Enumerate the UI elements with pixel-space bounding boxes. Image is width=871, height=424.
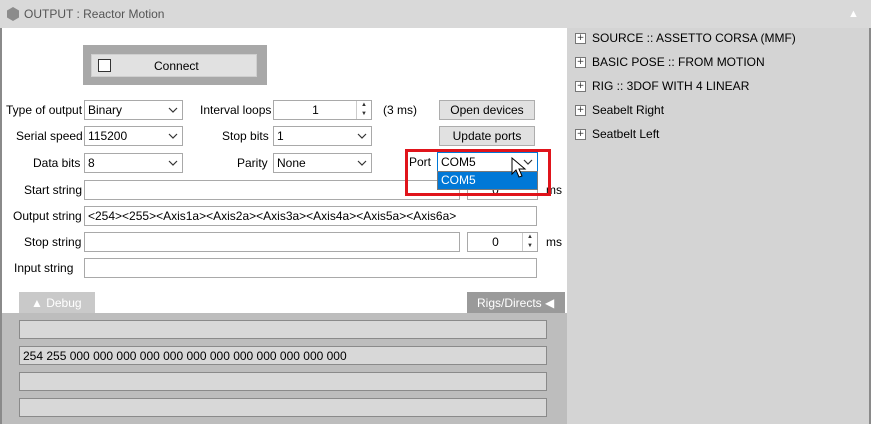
spin-buttons[interactable]: ▲ ▼ — [356, 101, 371, 119]
window-title: OUTPUT : Reactor Motion — [24, 7, 165, 21]
tree-item-rig[interactable]: + RIG :: 3DOF WITH 4 LINEAR — [575, 78, 749, 94]
tree-item-label: Seabelt Right — [592, 103, 665, 117]
spin-up-icon[interactable]: ▲ — [523, 233, 537, 242]
stepper-value: 1 — [312, 103, 319, 117]
select-value: Binary — [88, 103, 123, 117]
spin-buttons[interactable]: ▲ ▼ — [522, 233, 537, 251]
tree-item-label: RIG :: 3DOF WITH 4 LINEAR — [592, 79, 750, 93]
chevron-down-icon — [168, 107, 178, 113]
collapse-icon[interactable]: ▲ — [848, 8, 859, 20]
stop-delay-stepper[interactable]: 0 ▲ ▼ — [467, 232, 538, 252]
data-bits-select[interactable]: 8 — [84, 153, 183, 173]
tree-item-basic-pose[interactable]: + BASIC POSE :: FROM MOTION — [575, 54, 765, 70]
serial-speed-label: Serial speed — [16, 129, 83, 143]
tab-rigs-directs[interactable]: Rigs/Directs ◀ — [467, 292, 565, 313]
tree-item-label: SOURCE :: ASSETTO CORSA (MMF) — [592, 31, 796, 45]
expand-plus-icon[interactable]: + — [575, 80, 586, 92]
mouse-cursor-icon — [511, 157, 527, 178]
stop-bits-label: Stop bits — [222, 129, 269, 143]
stepper-value: 0 — [492, 235, 499, 249]
highlight-box — [405, 149, 551, 196]
chevron-down-icon — [357, 133, 367, 139]
spin-down-icon[interactable]: ▼ — [357, 110, 371, 119]
connect-checkbox[interactable] — [98, 59, 111, 72]
expand-plus-icon[interactable]: + — [575, 128, 586, 140]
debug-line: 254 255 000 000 000 000 000 000 000 000 … — [19, 346, 547, 365]
tree-item-label: Seatbelt Left — [592, 127, 660, 141]
tree-item-seatbelt-right[interactable]: + Seabelt Right — [575, 102, 664, 118]
stop-string-label: Stop string — [24, 235, 82, 249]
stop-ms-label: ms — [546, 235, 562, 249]
type-of-output-label: Type of output — [6, 103, 83, 117]
expand-plus-icon[interactable]: + — [575, 32, 586, 44]
interval-loops-stepper[interactable]: 1 ▲ ▼ — [273, 100, 372, 120]
output-string-label: Output string — [13, 209, 82, 223]
interval-loops-label: Interval loops — [200, 103, 272, 117]
stop-bits-select[interactable]: 1 — [273, 126, 372, 146]
chevron-down-icon — [357, 160, 367, 166]
start-string-label: Start string — [24, 183, 83, 197]
update-ports-button[interactable]: Update ports — [439, 126, 535, 146]
expand-plus-icon[interactable]: + — [575, 56, 586, 68]
serial-speed-select[interactable]: 115200 — [84, 126, 183, 146]
select-value: None — [277, 156, 306, 170]
connect-label: Connect — [154, 59, 199, 73]
data-bits-label: Data bits — [33, 156, 81, 170]
spin-up-icon[interactable]: ▲ — [357, 101, 371, 110]
debug-line — [19, 320, 547, 339]
tree-item-source[interactable]: + SOURCE :: ASSETTO CORSA (MMF) — [575, 30, 796, 46]
spin-down-icon[interactable]: ▼ — [523, 242, 537, 251]
start-string-input[interactable] — [84, 180, 460, 200]
app-hexagon-icon — [7, 7, 19, 21]
tree-item-seatbelt-left[interactable]: + Seatbelt Left — [575, 126, 659, 142]
interval-ms-label: (3 ms) — [383, 103, 417, 117]
type-of-output-select[interactable]: Binary — [84, 100, 183, 120]
expand-plus-icon[interactable]: + — [575, 104, 586, 116]
output-string-input[interactable]: <254><255><Axis1a><Axis2a><Axis3a><Axis4… — [84, 206, 537, 226]
input-string-input[interactable] — [84, 258, 537, 278]
debug-line — [19, 398, 547, 417]
chevron-down-icon — [168, 160, 178, 166]
debug-line — [19, 372, 547, 391]
parity-label: Parity — [237, 156, 268, 170]
input-string-label: Input string — [14, 261, 74, 275]
chevron-down-icon — [168, 133, 178, 139]
open-devices-button[interactable]: Open devices — [439, 100, 535, 120]
stop-string-input[interactable] — [84, 232, 460, 252]
parity-select[interactable]: None — [273, 153, 372, 173]
tree-item-label: BASIC POSE :: FROM MOTION — [592, 55, 765, 69]
select-value: 8 — [88, 156, 95, 170]
select-value: 115200 — [88, 129, 128, 143]
tab-debug[interactable]: ▲ Debug — [19, 292, 95, 313]
select-value: 1 — [277, 129, 284, 143]
